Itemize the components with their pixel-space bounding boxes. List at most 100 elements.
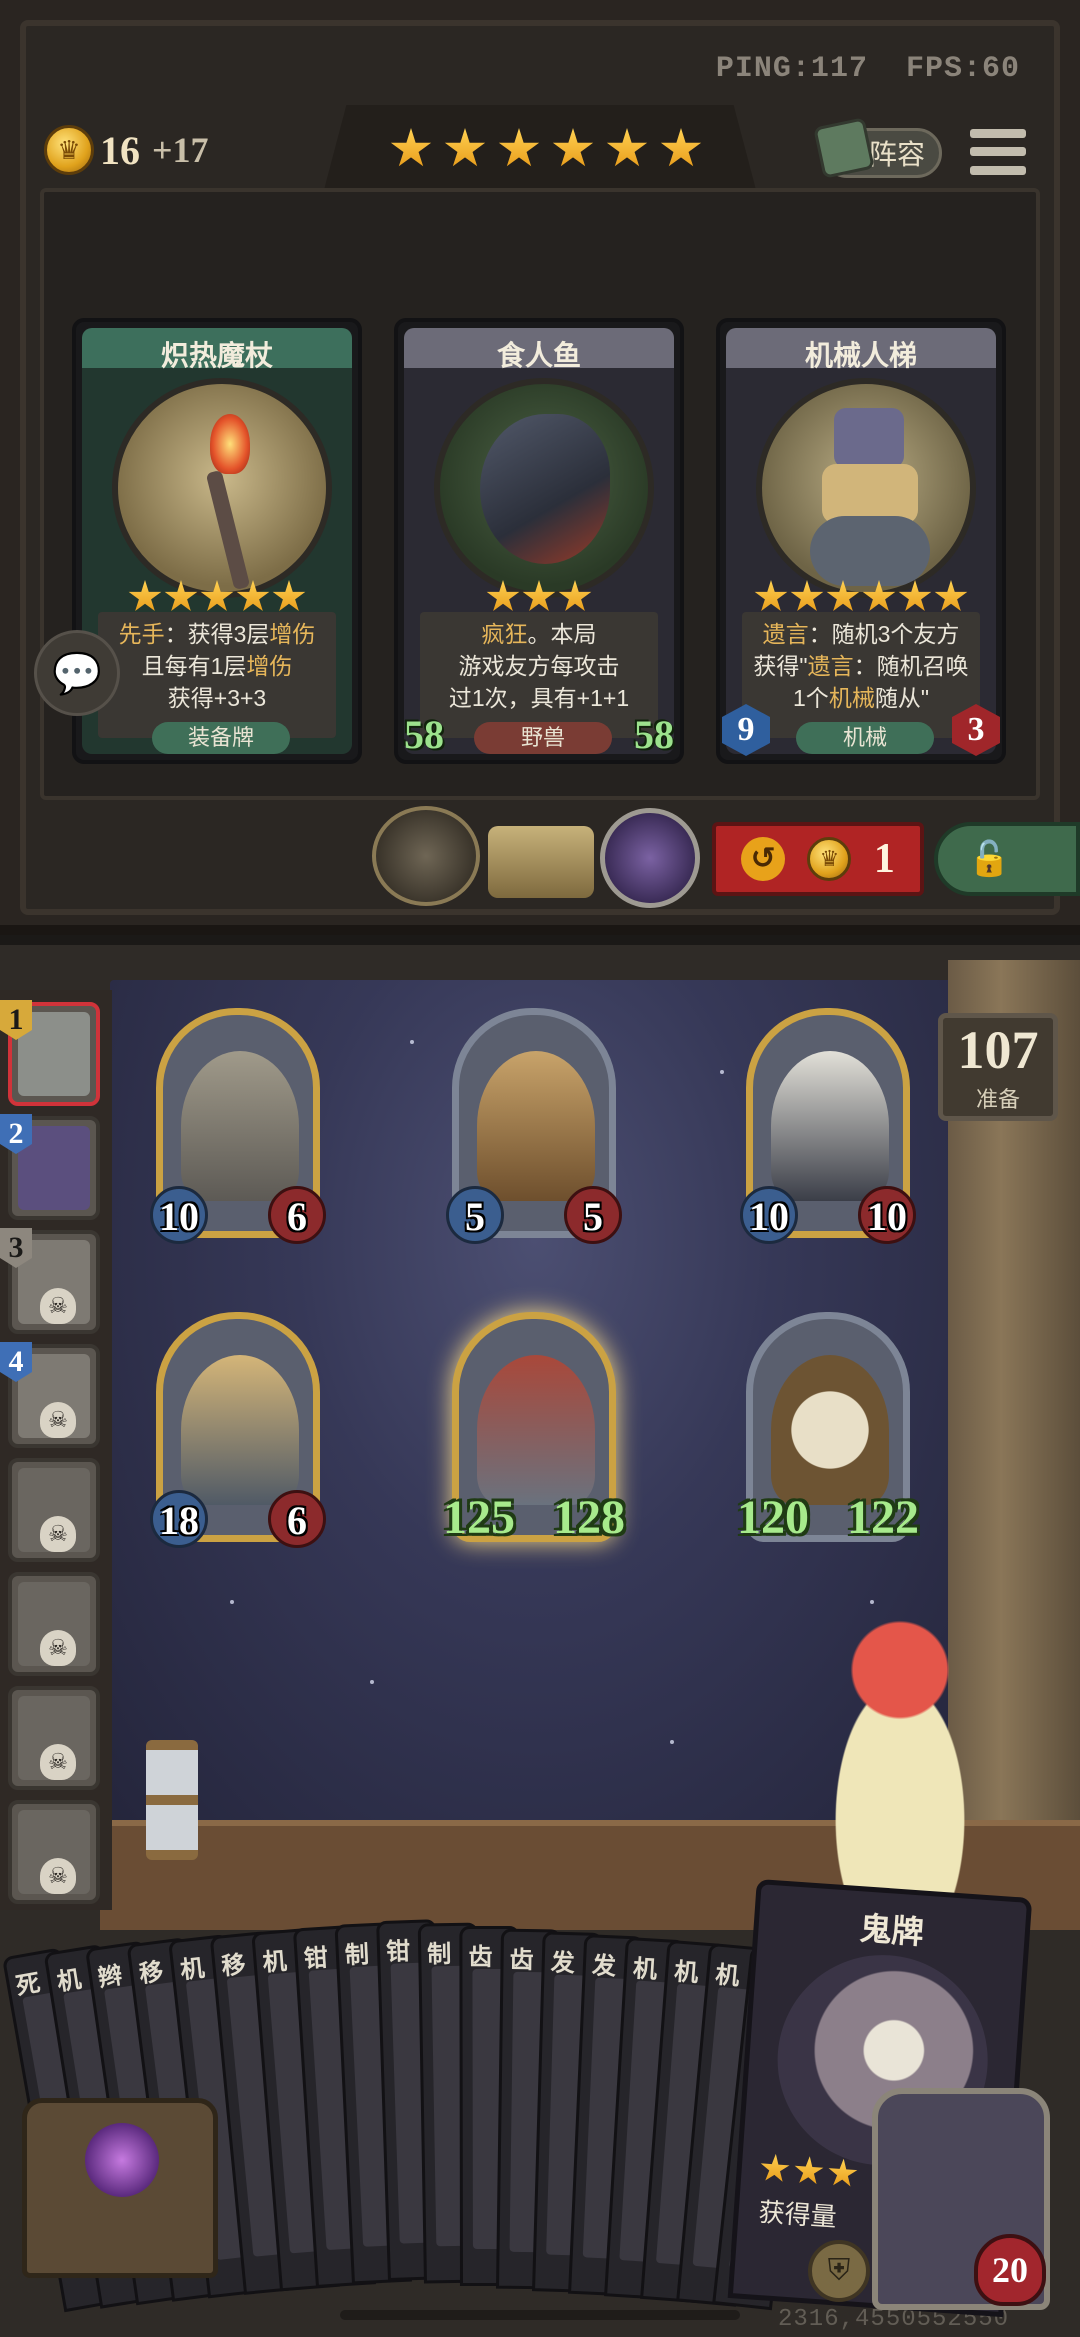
hand-card-label: 机 [179, 1954, 206, 1985]
gold-coin-icon: ♛ [44, 125, 94, 175]
map-icon[interactable] [488, 826, 594, 898]
hand-card-label: 机 [55, 1965, 84, 1997]
board-minion[interactable]: 10 10 [740, 1008, 916, 1244]
card-art-piranha [434, 378, 654, 598]
hand-card-label: 钳 [385, 1938, 411, 1966]
lock-shop-button[interactable]: 🔓 [934, 822, 1080, 896]
player-avatar-5[interactable]: ☠ [8, 1458, 100, 1562]
card-art-robot [756, 378, 976, 598]
tier-star-icon [390, 128, 432, 167]
card-description: 遗言：随机3个友方 获得"遗言：随机召唤 1个机械随从" [742, 612, 980, 738]
hand-card-label: 齿 [509, 1946, 534, 1975]
player-character [800, 1610, 1000, 1910]
skull-icon: ☠ [40, 1858, 76, 1894]
robot-body-icon [822, 464, 918, 524]
card-category: 机械 [796, 722, 934, 754]
featured-card-name: 鬼牌 [858, 1910, 925, 1951]
reroll-cost: 1 [873, 836, 895, 882]
lineup-label: 阵容 [868, 139, 925, 170]
hand-card-label: 发 [591, 1952, 617, 1981]
hero-power-button[interactable]: ⛨ [808, 2240, 870, 2302]
staff-icon [205, 469, 251, 591]
skull-icon: ☠ [40, 1402, 76, 1438]
card-name: 食人鱼 [496, 340, 581, 371]
refresh-icon: ↺ [741, 837, 786, 881]
minion-health: 128 [553, 1491, 625, 1544]
hand-card-label: 辫 [96, 1962, 125, 1993]
card-stars [720, 580, 1002, 614]
minion-health: 5 [564, 1186, 622, 1244]
skull-icon: ☠ [40, 1744, 76, 1780]
orb-icon [85, 2123, 159, 2197]
piranha-icon [480, 414, 610, 564]
hand-card-label: 死 [13, 1969, 43, 2001]
card-category: 装备牌 [152, 722, 290, 754]
skull-icon: ☠ [40, 1516, 76, 1552]
gold-coin-icon: ♛ [807, 837, 852, 881]
pocket-watch-icon[interactable] [372, 806, 480, 906]
network-status: PING:117 FPS:60 [716, 52, 1020, 86]
minion-attack: 5 [446, 1186, 504, 1244]
shop-card-blazing-staff[interactable]: 炽热魔杖 先手：获得3层增伤 且每有1层增伤 获得+3+3 装备牌 [72, 318, 362, 764]
skull-icon: ☠ [40, 1288, 76, 1324]
card-description: 先手：获得3层增伤 且每有1层增伤 获得+3+3 [98, 612, 336, 738]
card-health: 58 [634, 712, 674, 757]
player-avatar-7[interactable]: ☠ [8, 1686, 100, 1790]
home-indicator[interactable] [340, 2310, 740, 2320]
tier-stars [390, 128, 702, 170]
robot-head-icon [834, 408, 904, 468]
hand-card-label: 制 [427, 1940, 452, 1969]
tier-star-icon [606, 128, 648, 167]
book-icon [813, 117, 875, 179]
card-description: 疯狂。本局 游戏友方每攻击 过1次，具有+1+1 [420, 612, 658, 738]
lock-icon: 🔓 [968, 840, 1011, 878]
minion-health: 10 [858, 1186, 916, 1244]
treasure-chest[interactable] [22, 2098, 218, 2278]
minion-health: 6 [268, 1490, 326, 1548]
hand-card-label: 移 [137, 1958, 165, 1989]
board-minion[interactable]: 125 128 [443, 1312, 625, 1548]
shop-card-piranha[interactable]: 食人鱼 疯狂。本局 游戏友方每攻击 过1次，具有+1+1 野兽 58 58 [394, 318, 684, 764]
hand-card-label: 制 [344, 1941, 370, 1970]
shop-card-mech-ladder[interactable]: 机械人梯 遗言：随机3个友方 获得"遗言：随机召唤 1个机械随从" 机械 9 3 [716, 318, 1006, 764]
card-name: 炽热魔杖 [160, 340, 273, 371]
card-name: 机械人梯 [804, 340, 917, 371]
tier-star-icon [660, 128, 702, 167]
hero-health: 20 [974, 2234, 1046, 2306]
reroll-button[interactable]: ↺ ♛ 1 [712, 822, 924, 896]
minion-attack: 10 [150, 1186, 208, 1244]
timer-label: 准备 [975, 1087, 1020, 1112]
gold-gain: +17 [152, 130, 209, 170]
robot-base-icon [810, 516, 930, 586]
minion-health: 122 [847, 1491, 919, 1544]
gold-counter: ♛ 16 +17 [44, 122, 209, 178]
timer-value: 107 [957, 1020, 1039, 1080]
card-stars [398, 580, 680, 614]
gold-value: 16 [100, 127, 140, 173]
tier-star-icon [498, 128, 540, 167]
octopus-icon[interactable] [600, 808, 700, 908]
ping-readout: PING:117 [715, 52, 868, 86]
featured-card-description: 获得量 [757, 2196, 838, 2233]
board-minion[interactable]: 10 6 [150, 1008, 326, 1244]
hand-card-label: 机 [673, 1958, 700, 1988]
board-minion[interactable]: 120 122 [737, 1312, 919, 1548]
hourglass-icon [146, 1740, 198, 1860]
minion-attack: 120 [737, 1491, 809, 1544]
hand-card-label: 钳 [302, 1944, 329, 1974]
player-avatar-6[interactable]: ☠ [8, 1572, 100, 1676]
menu-button[interactable] [970, 124, 1026, 180]
tier-star-icon [552, 128, 594, 167]
board-minion[interactable]: 18 6 [150, 1312, 326, 1548]
flame-icon [210, 414, 250, 474]
board-minion[interactable]: 5 5 [446, 1008, 622, 1244]
skull-icon: ☠ [40, 1630, 76, 1666]
chat-button[interactable]: 💬 [34, 630, 120, 716]
card-art-staff [112, 378, 332, 598]
minion-attack: 125 [443, 1491, 515, 1544]
player-avatar-8[interactable]: ☠ [8, 1800, 100, 1904]
minion-attack: 18 [150, 1490, 208, 1548]
minion-attack: 10 [740, 1186, 798, 1244]
featured-card-stars [759, 2153, 859, 2190]
hand-card-label: 机 [261, 1947, 288, 1977]
